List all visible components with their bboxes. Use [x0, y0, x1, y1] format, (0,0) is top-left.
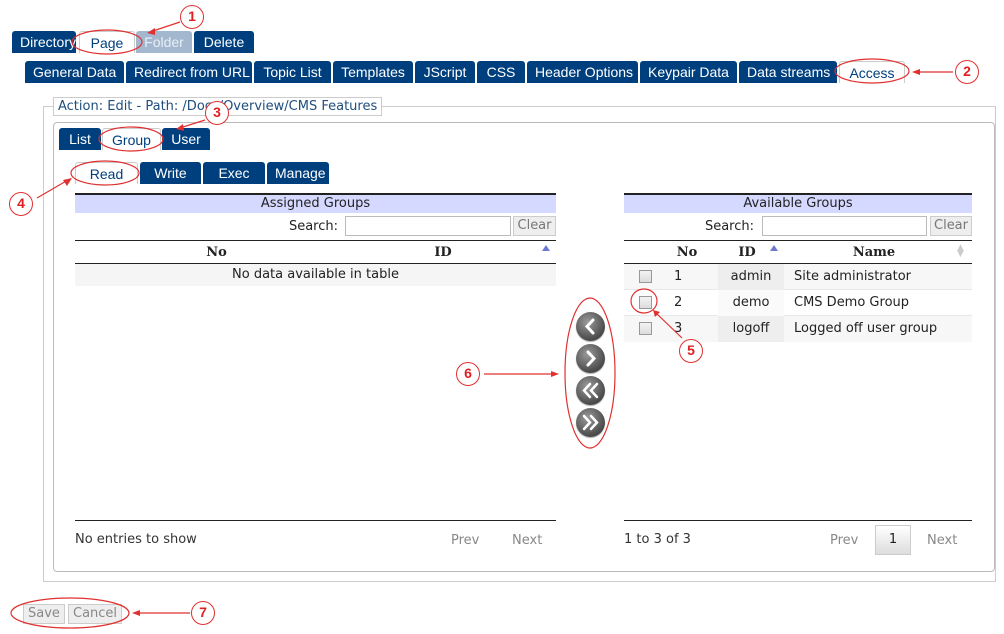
tab-redirect-from-url[interactable]: Redirect from URL	[126, 61, 252, 83]
tab-user[interactable]: User	[162, 128, 210, 150]
column-header-id[interactable]: ID	[720, 241, 774, 263]
tab-general-data[interactable]: General Data	[25, 61, 124, 83]
column-header-no[interactable]: No	[75, 241, 358, 263]
tab-keypair-data[interactable]: Keypair Data	[640, 61, 737, 83]
double-chevron-left-icon	[582, 382, 599, 399]
available-table-header: No ID Name ▲ ▼	[624, 240, 972, 264]
empty-table-message: No data available in table	[232, 267, 399, 282]
annotation-badge-5: 5	[679, 339, 703, 363]
available-entries-info: 1 to 3 of 3	[624, 532, 691, 547]
available-groups-title: Available Groups	[624, 193, 972, 213]
row-checkbox[interactable]	[639, 270, 652, 283]
assigned-prev-button[interactable]: Prev	[451, 533, 479, 548]
annotation-badge-1: 1	[180, 5, 204, 29]
row-name: Logged off user group	[794, 321, 938, 336]
row-checkbox[interactable]	[639, 296, 652, 309]
row-name: CMS Demo Group	[794, 295, 910, 310]
assigned-search-input[interactable]	[345, 216, 511, 236]
tab-delete[interactable]: Delete	[194, 31, 254, 53]
assigned-groups-title: Assigned Groups	[75, 193, 556, 213]
sort-ascending-icon	[770, 245, 778, 251]
row-id: logoff	[718, 316, 784, 342]
row-no: 1	[674, 269, 683, 284]
tab-topic-list[interactable]: Topic List	[254, 61, 331, 83]
tab-directory[interactable]: Directory	[12, 31, 76, 53]
tab-templates[interactable]: Templates	[333, 61, 413, 83]
tab-manage[interactable]: Manage	[267, 162, 329, 184]
chevron-left-icon	[584, 318, 595, 335]
table-row[interactable]: 2 demo CMS Demo Group	[624, 290, 972, 316]
move-all-right-button[interactable]	[576, 408, 605, 437]
assigned-next-button[interactable]: Next	[512, 533, 542, 548]
access-panel	[53, 122, 995, 572]
tab-read[interactable]: Read	[75, 162, 138, 184]
row-id: demo	[718, 290, 784, 316]
cancel-button[interactable]: Cancel	[68, 604, 123, 624]
tab-folder: Folder	[136, 31, 192, 53]
move-right-button[interactable]	[576, 344, 605, 373]
table-row[interactable]: 1 admin Site administrator	[624, 264, 972, 290]
annotation-badge-7: 7	[191, 601, 215, 625]
available-table-bottom-border	[624, 520, 972, 521]
tab-header-options[interactable]: Header Options	[527, 61, 638, 83]
table-row[interactable]: 3 logoff Logged off user group	[624, 316, 972, 342]
available-search-label: Search:	[704, 219, 754, 234]
available-prev-button[interactable]: Prev	[830, 533, 858, 548]
assigned-entries-info: No entries to show	[75, 532, 197, 547]
row-name: Site administrator	[794, 269, 912, 284]
annotation-badge-2: 2	[955, 60, 979, 84]
tab-write[interactable]: Write	[140, 162, 201, 184]
column-header-name[interactable]: Name	[784, 241, 964, 263]
tab-jscript[interactable]: JScript	[415, 61, 475, 83]
row-no: 3	[674, 321, 683, 336]
annotation-badge-6: 6	[456, 362, 480, 386]
column-header-id[interactable]: ID	[358, 241, 528, 263]
column-header-no[interactable]: No	[670, 241, 704, 263]
chevron-right-icon	[586, 350, 597, 367]
row-checkbox[interactable]	[639, 322, 652, 335]
annotation-badge-4: 4	[9, 192, 33, 216]
row-no: 2	[674, 295, 683, 310]
tab-css[interactable]: CSS	[477, 61, 525, 83]
tab-list[interactable]: List	[59, 128, 101, 150]
tab-data-streams[interactable]: Data streams	[739, 61, 837, 83]
sort-both-icon: ▲ ▼	[957, 243, 964, 259]
save-button[interactable]: Save	[23, 604, 65, 624]
assigned-table-bottom-border	[75, 520, 556, 521]
empty-row: No data available in table	[75, 264, 556, 286]
move-left-button[interactable]	[576, 312, 605, 341]
tab-page[interactable]: Page	[79, 31, 135, 53]
move-all-left-button[interactable]	[576, 376, 605, 405]
tab-exec[interactable]: Exec	[203, 162, 265, 184]
available-clear-button[interactable]: Clear	[930, 216, 972, 236]
row-id: admin	[718, 264, 784, 290]
available-next-button[interactable]: Next	[927, 533, 957, 548]
annotation-badge-3: 3	[205, 101, 229, 125]
sort-ascending-icon	[542, 245, 550, 251]
tab-access[interactable]: Access	[839, 61, 905, 83]
assigned-search-label: Search:	[288, 219, 338, 234]
assigned-table-header: No ID	[75, 240, 556, 264]
double-chevron-right-icon	[582, 414, 599, 431]
tab-group[interactable]: Group	[102, 128, 161, 150]
page-1-button[interactable]: 1	[875, 525, 911, 555]
available-search-input[interactable]	[762, 216, 927, 236]
assigned-clear-button[interactable]: Clear	[513, 216, 556, 236]
